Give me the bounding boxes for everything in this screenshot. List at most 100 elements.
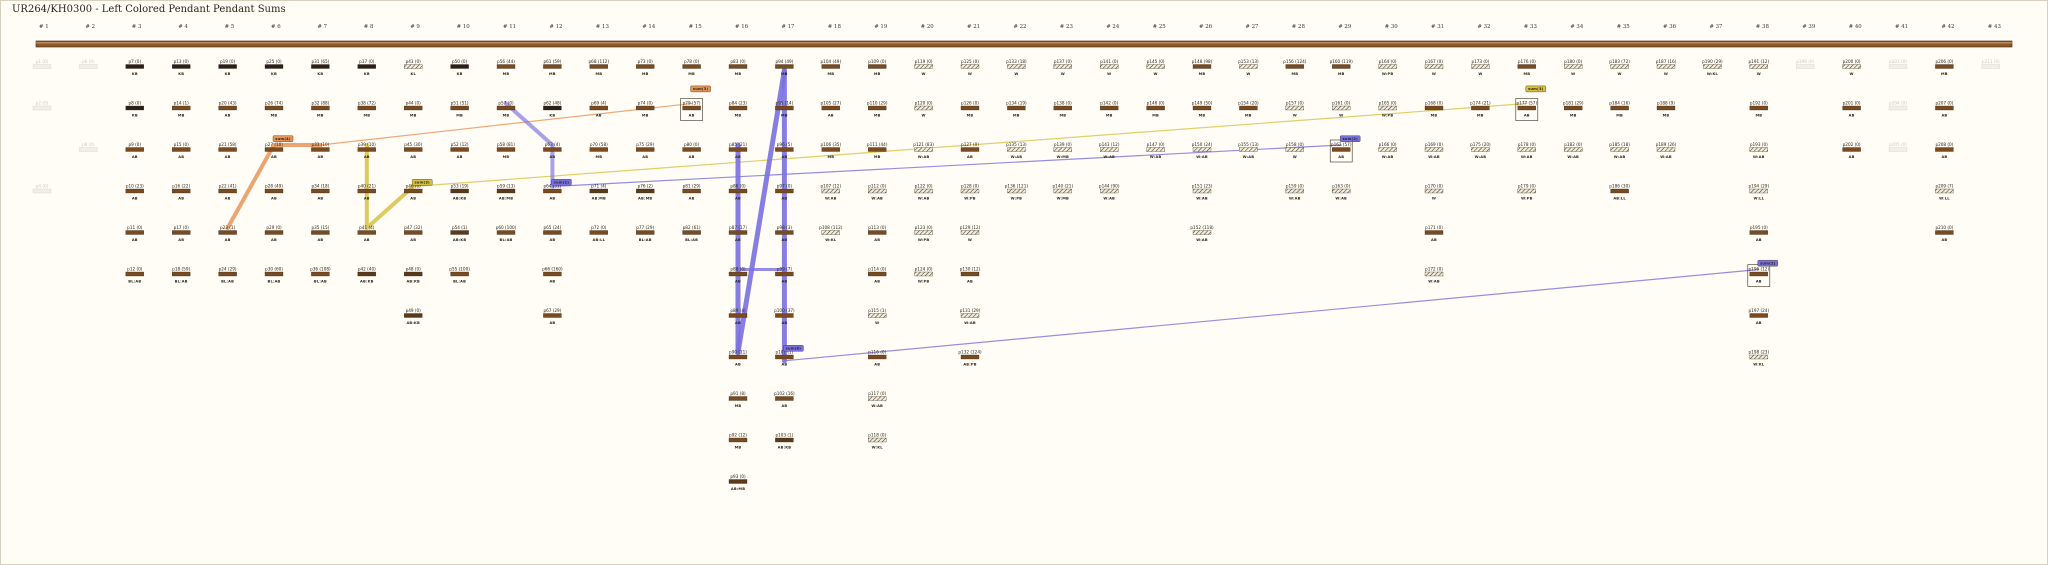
pendant-cord[interactable]: p173 (0) W bbox=[1471, 59, 1490, 76]
pendant-cord[interactable]: p115 (1) W bbox=[868, 308, 887, 325]
pendant-cord[interactable]: p132 (124) AB:PB bbox=[958, 350, 982, 367]
pendant-cord[interactable]: p155 (13) W:AB bbox=[1238, 142, 1259, 159]
pendant-cord[interactable]: p156 (124) MB bbox=[1283, 59, 1307, 76]
pendant-cord[interactable]: p170 (0) W bbox=[1424, 184, 1443, 201]
pendant-cord[interactable]: p161 (0) W bbox=[1332, 101, 1351, 118]
pendant-cord[interactable]: p49 (0) AB:KB bbox=[404, 308, 423, 325]
pendant-cord[interactable]: p2 (0) bbox=[32, 101, 52, 111]
pendant-cord[interactable]: p32 (88) MB bbox=[311, 101, 330, 118]
pendant-cord[interactable]: p78 (0) MB bbox=[682, 59, 701, 76]
pendant-cord[interactable]: p98 (3) AB bbox=[775, 225, 794, 242]
pendant-cord[interactable]: p30 (60) BL:AB bbox=[264, 267, 283, 284]
pendant-cord[interactable]: p20 (43) AB bbox=[218, 101, 237, 118]
pendant-cord[interactable]: p186 (30) AB:LL bbox=[1609, 184, 1630, 201]
pendant-cord[interactable]: p66 (160) AB bbox=[542, 267, 563, 284]
pendant-cord[interactable]: p83 (0) MB bbox=[728, 59, 748, 76]
pendant-cord[interactable]: p105 (27) AB bbox=[821, 101, 842, 118]
pendant-cord[interactable]: p198 (23) W:KL bbox=[1749, 350, 1770, 367]
pendant-cord[interactable]: p148 (98) MB bbox=[1192, 59, 1213, 76]
pendant-cord[interactable]: p15 (0) AB bbox=[172, 142, 191, 159]
pendant-cord[interactable]: p40 (21) AB bbox=[357, 184, 376, 201]
pendant-cord[interactable]: p122 (0) W:AB bbox=[914, 184, 933, 201]
pendant-cord[interactable]: p152 (118) W:AB bbox=[1190, 225, 1214, 242]
pendant-cord[interactable]: p197 (24) AB bbox=[1749, 308, 1770, 325]
pendant-cord[interactable]: p157 (0) W bbox=[1285, 101, 1304, 118]
pendant-cord[interactable]: p16 (22) AB bbox=[172, 184, 191, 201]
pendant-cord[interactable]: p92 (12) MB bbox=[728, 433, 747, 450]
pendant-cord[interactable]: p18 (59) BL:AB bbox=[172, 267, 191, 284]
pendant-cord[interactable]: p82 (61) BL:AB bbox=[682, 225, 701, 242]
pendant-cord[interactable]: p39 (10) AB bbox=[357, 142, 376, 159]
pendant-cord[interactable]: p191 (12) W bbox=[1749, 59, 1770, 76]
pendant-cord[interactable]: p102 (16) AB bbox=[774, 391, 795, 408]
pendant-cord[interactable]: p111 (44) MB bbox=[867, 142, 888, 159]
pendant-cord[interactable]: p113 (0) AB bbox=[868, 225, 887, 242]
pendant-cord[interactable]: p188 (9) MB bbox=[1656, 101, 1675, 118]
pendant-cord[interactable]: p24 (29) BL:AB bbox=[218, 267, 237, 284]
pendant-cord[interactable]: p209 (7) W:LL bbox=[1935, 184, 1954, 201]
pendant-cord[interactable]: p97 (0) AB bbox=[775, 184, 794, 201]
pendant-cord[interactable]: p4 (0) bbox=[32, 184, 52, 194]
pendant-cord[interactable]: p90 (11) AB bbox=[728, 350, 747, 367]
pendant-cord[interactable]: p64 (51)AB bbox=[543, 184, 562, 201]
pendant-cord[interactable]: p133 (18) W bbox=[1006, 59, 1027, 76]
pendant-cord[interactable]: p127 (0) AB bbox=[960, 142, 979, 159]
pendant-cord[interactable]: p145 (0) W bbox=[1146, 59, 1165, 76]
pendant-cord[interactable]: p84 (23) MB bbox=[728, 101, 747, 118]
pendant-cord[interactable]: p29 (0) AB bbox=[264, 225, 284, 242]
pendant-cord[interactable]: p22 (41) AB bbox=[218, 184, 237, 201]
pendant-cord[interactable]: p118 (0) W:KL bbox=[868, 433, 887, 450]
pendant-cord[interactable]: p200 (0) W bbox=[1842, 59, 1861, 76]
pendant-cord[interactable]: p11 (0) AB bbox=[125, 225, 144, 242]
pendant-cord[interactable]: p114 (0) AB bbox=[868, 267, 887, 284]
pendant-cord[interactable]: p51 (51) MB bbox=[450, 101, 469, 118]
pendant-cord[interactable]: p48 (0) AB:KB bbox=[404, 267, 423, 284]
pendant-cord[interactable]: p50 (0) KB bbox=[450, 59, 469, 76]
pendant-cord[interactable]: p77 (29) BL:AB bbox=[636, 225, 655, 242]
pendant-cord[interactable]: p190 (29) W:KL bbox=[1702, 59, 1723, 76]
pendant-cord[interactable]: p162 (57) AB bbox=[1329, 139, 1353, 163]
pendant-cord[interactable]: p195 (0) AB bbox=[1749, 225, 1768, 242]
pendant-cord[interactable]: p185 (18) W:AB bbox=[1609, 142, 1630, 159]
pendant-cord[interactable]: p138 (0) MB bbox=[1053, 101, 1072, 118]
pendant-cord[interactable]: p75 (29) AB bbox=[636, 142, 655, 159]
pendant-cord[interactable]: p179 (0) W:PB bbox=[1517, 184, 1536, 201]
pendant-cord[interactable]: p164 (0) W:PB bbox=[1378, 59, 1397, 76]
pendant-cord[interactable]: p110 (29) MB bbox=[867, 101, 888, 118]
pendant-cord[interactable]: p73 (0) MB bbox=[636, 59, 655, 76]
pendant-cord[interactable]: p79 (57) AB bbox=[680, 98, 703, 121]
pendant-cord[interactable]: p180 (0) W bbox=[1564, 59, 1583, 76]
pendant-cord[interactable]: p60 (100) BL:AB bbox=[496, 225, 517, 242]
pendant-cord[interactable]: p202 (0) AB bbox=[1842, 142, 1861, 159]
pendant-cord[interactable]: p103 (1) AB:KB bbox=[775, 433, 794, 450]
pendant-cord[interactable]: p146 (0) MB bbox=[1146, 101, 1165, 118]
pendant-cord[interactable]: p210 (0) AB bbox=[1935, 225, 1954, 242]
pendant-cord[interactable]: p91 (8) MB bbox=[728, 391, 748, 408]
pendant-cord[interactable]: p70 (58) MB bbox=[589, 142, 608, 159]
pendant-cord[interactable]: p8 (0) bbox=[79, 142, 98, 152]
pendant-cord[interactable]: p96 (5) AB bbox=[775, 142, 794, 159]
pendant-cord[interactable]: p87 (17) AB bbox=[728, 225, 747, 242]
pendant-cord[interactable]: p206 (0) MB bbox=[1935, 59, 1954, 76]
pendant-cord[interactable]: p81 (29) AB bbox=[682, 184, 701, 201]
pendant-cord[interactable]: p119 (0) W bbox=[914, 59, 933, 76]
pendant-cord[interactable]: p211 (0) bbox=[1981, 59, 2000, 69]
pendant-cord[interactable]: p165 (0) W:PB bbox=[1378, 101, 1397, 118]
pendant-cord[interactable]: p44 (0) MB bbox=[404, 101, 423, 118]
pendant-cord[interactable]: p177 (57) AB bbox=[1515, 98, 1539, 121]
pendant-cord[interactable]: p33 (10) AB bbox=[311, 142, 330, 159]
pendant-cord[interactable]: p167 (0) W bbox=[1424, 59, 1443, 76]
pendant-cord[interactable]: p169 (0) W:AB bbox=[1424, 142, 1443, 159]
pendant-cord[interactable]: p154 (20) MB bbox=[1238, 101, 1259, 118]
pendant-cord[interactable]: p14 (1) MB bbox=[172, 101, 191, 118]
pendant-cord[interactable]: p181 (29) MB bbox=[1563, 101, 1584, 118]
pendant-cord[interactable]: p57 (0) MB bbox=[496, 101, 516, 118]
pendant-cord[interactable]: p193 (0) W:AB bbox=[1749, 142, 1768, 159]
pendant-cord[interactable]: p76 (2) AB:MB bbox=[636, 184, 655, 201]
pendant-cord[interactable]: p168 (0) MB bbox=[1424, 101, 1443, 118]
pendant-cord[interactable]: p46 (0)AB bbox=[404, 184, 423, 201]
pendant-cord[interactable]: p21 (58) AB bbox=[218, 142, 237, 159]
pendant-cord[interactable]: p7 (0) KB bbox=[125, 59, 144, 76]
pendant-cord[interactable]: p172 (0) W:AB bbox=[1424, 267, 1443, 284]
pendant-cord[interactable]: p142 (0) MB bbox=[1100, 101, 1119, 118]
